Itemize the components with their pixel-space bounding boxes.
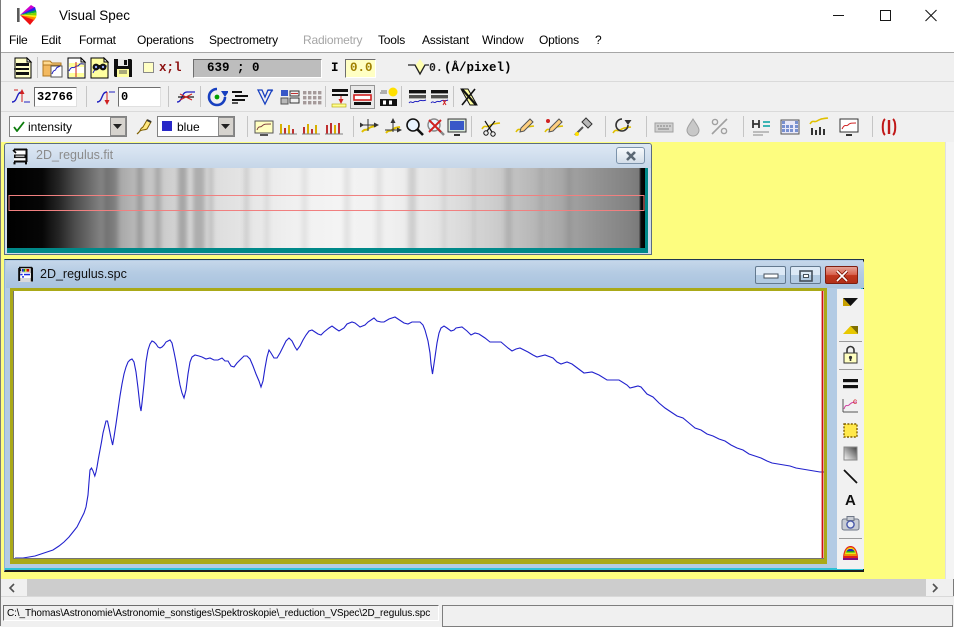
svg-text:0.: 0. — [429, 62, 443, 75]
svg-text:A: A — [845, 492, 856, 509]
svg-text:c: c — [853, 397, 857, 406]
